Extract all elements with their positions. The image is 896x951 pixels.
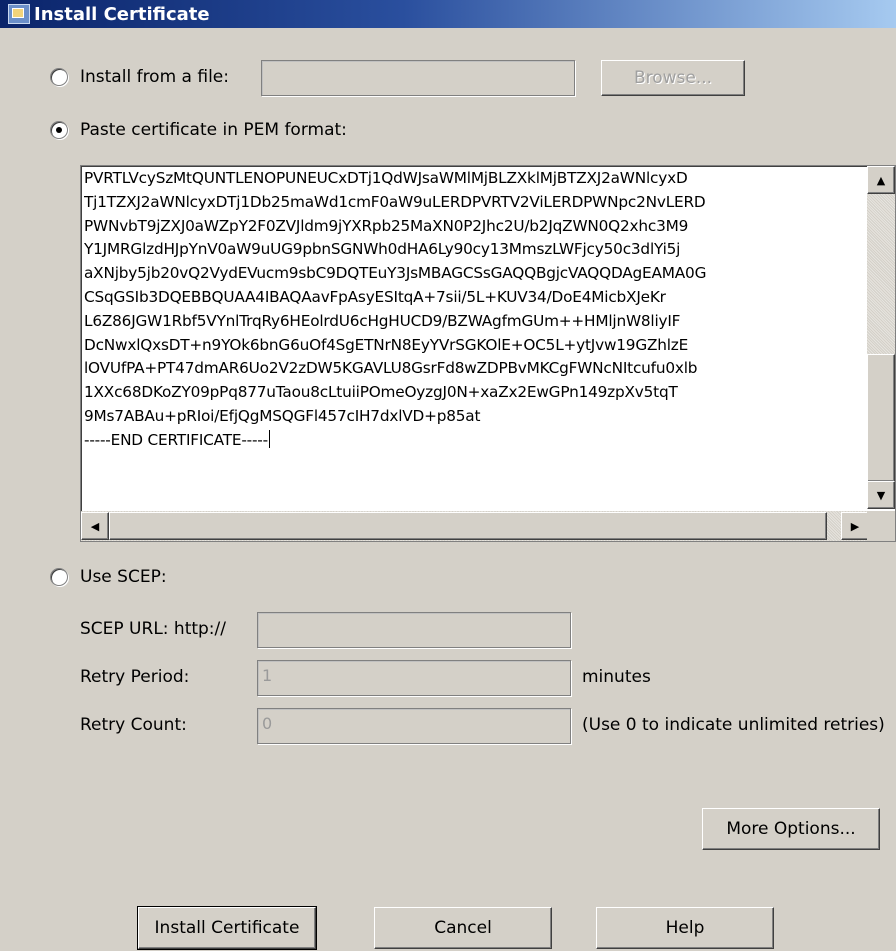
pem-line: 9Ms7ABAu+pRIoi/EfjQgMSQGFl457cIH7dxlVD+p… <box>84 406 481 425</box>
pem-line: aXNjby5jb20vQ2VydEVucm9sbC9DQTEuY3JsMBAG… <box>84 264 707 283</box>
pem-line: Tj1TZXJ2aWNlcyxDTj1Db25maWd1cmF0aW9uLERD… <box>84 192 706 211</box>
pem-line: L6Z86JGW1Rbf5VYnlTrqRy6HEolrdU6cHgHUCD9/… <box>84 311 681 330</box>
pem-text-content[interactable]: PVRTLVcySzMtQUNTLENOPUNEUCxDTj1QdWJsaWMl… <box>84 167 869 509</box>
pem-textarea[interactable]: PVRTLVcySzMtQUNTLENOPUNEUCxDTj1QdWJsaWMl… <box>80 165 896 542</box>
help-button[interactable]: Help <box>596 907 774 949</box>
paste-pem-label: Paste certificate in PEM format: <box>80 120 347 140</box>
horizontal-scrollbar[interactable]: ◀ ▶ <box>81 511 869 541</box>
window-title: Install Certificate <box>34 3 210 25</box>
horizontal-scroll-thumb[interactable] <box>109 512 827 540</box>
retry-period-input[interactable]: 1 <box>257 660 571 696</box>
scroll-left-icon[interactable]: ◀ <box>81 512 109 540</box>
install-from-file-radio[interactable] <box>50 68 68 86</box>
certificate-window-icon <box>8 4 30 24</box>
vertical-scroll-thumb[interactable] <box>867 354 895 482</box>
install-from-file-label: Install from a file: <box>80 67 229 87</box>
pem-line: Y1JMRGlzdHJpYnV0aW9uUG9pbnSGNWh0dHA6Ly90… <box>84 240 681 259</box>
cancel-button[interactable]: Cancel <box>374 907 552 949</box>
retry-period-label: Retry Period: <box>80 667 190 687</box>
scroll-right-icon[interactable]: ▶ <box>841 512 869 540</box>
install-certificate-button[interactable]: Install Certificate <box>137 906 317 950</box>
pem-line: CSqGSIb3DQEBBQUAA4IBAQAavFpAsyESItqA+7si… <box>84 287 666 306</box>
scroll-up-icon[interactable]: ▲ <box>867 166 895 194</box>
use-scep-radio[interactable] <box>50 568 68 586</box>
vertical-scrollbar[interactable]: ▲ ▼ <box>867 166 895 509</box>
pem-line: DcNwxlQxsDT+n9YOk6bnG6uOf4SgETNrN8EyYVrS… <box>84 335 689 354</box>
text-caret <box>268 429 270 448</box>
scroll-down-icon[interactable]: ▼ <box>867 481 895 509</box>
more-options-button[interactable]: More Options... <box>702 808 880 850</box>
title-bar[interactable]: Install Certificate <box>0 0 896 28</box>
retry-period-unit: minutes <box>582 667 651 687</box>
use-scep-label: Use SCEP: <box>80 567 167 587</box>
scep-url-label: SCEP URL: http:// <box>80 619 226 639</box>
pem-line: PWNvbT9jZXJ0aWZpY2F0ZVJldm9jYXRpb25MaXN0… <box>84 216 689 235</box>
retry-count-input[interactable]: 0 <box>257 708 571 744</box>
pem-line: lOVUfPA+PT47dmAR6Uo2V2zDW5KGAVLU8GsrFd8w… <box>84 359 698 378</box>
browse-button[interactable]: Browse... <box>601 60 745 96</box>
paste-pem-radio[interactable] <box>50 121 68 139</box>
retry-count-label: Retry Count: <box>80 715 187 735</box>
pem-line: PVRTLVcySzMtQUNTLENOPUNEUCxDTj1QdWJsaWMl… <box>84 169 688 187</box>
pem-line: 1XXc68DKoZY09pPq877uTaou8cLtuiiPOmeOyzgJ… <box>84 383 678 402</box>
retry-count-hint: (Use 0 to indicate unlimited retries) <box>582 715 885 735</box>
pem-line: -----END CERTIFICATE----- <box>84 429 270 449</box>
file-path-input[interactable] <box>261 60 575 96</box>
scroll-corner <box>867 511 895 541</box>
scep-url-input[interactable] <box>257 612 571 648</box>
